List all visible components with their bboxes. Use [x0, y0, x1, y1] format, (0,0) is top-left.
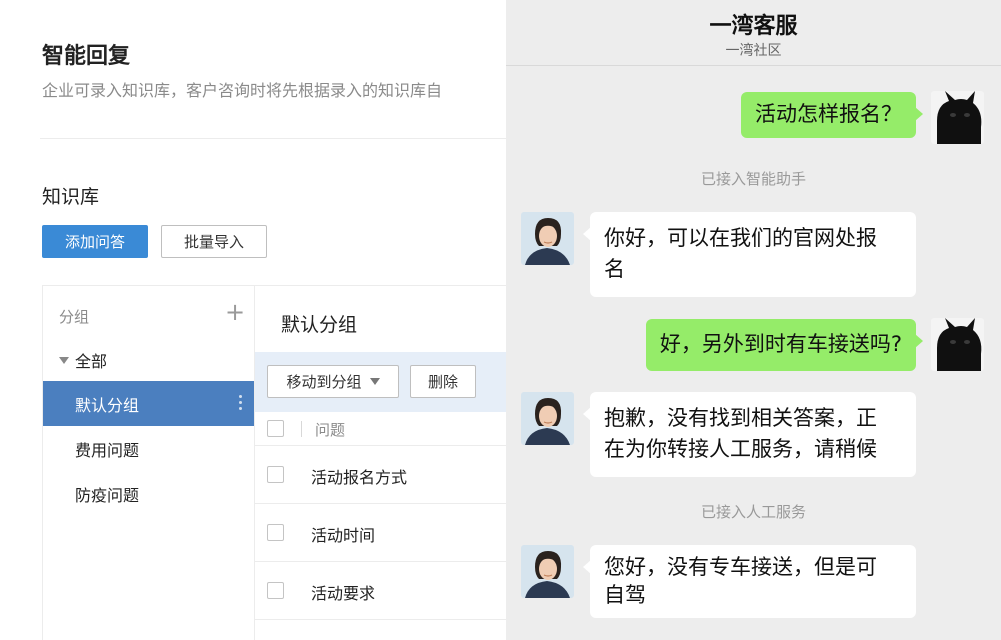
row-checkbox[interactable] [267, 466, 284, 483]
caret-down-icon [369, 378, 380, 385]
user-message-bubble: 活动怎样报名？ [741, 92, 923, 138]
message-text-line: 在为你转接人工服务，请稍候 [604, 437, 877, 461]
divider [40, 138, 506, 139]
select-all-checkbox[interactable] [267, 420, 284, 437]
table-header: 问题 [255, 412, 506, 446]
system-message: 已接入智能助手 [700, 170, 806, 188]
question-group-title: 默认分组 [281, 314, 358, 336]
agent-portrait-avatar-icon[interactable] [521, 545, 574, 598]
message-text-line: 自驾 [604, 583, 646, 607]
group-header: 分组 [59, 308, 90, 326]
message-text-line: 名 [604, 257, 625, 281]
row-checkbox[interactable] [267, 582, 284, 599]
row-checkbox[interactable] [267, 524, 284, 541]
message-text: 活动怎样报名？ [755, 102, 902, 126]
group-item-label: 防疫问题 [75, 485, 140, 505]
table-row[interactable]: 活动报名方式 [255, 446, 506, 504]
question-cell: 活动时间 [311, 526, 376, 545]
message-text-line: 你好，可以在我们的官网处报 [604, 226, 877, 250]
agent-message-bubble: 抱歉，没有找到相关答案，正 在为你转接人工服务，请稍候 [583, 392, 916, 477]
add-qa-button[interactable]: 添加问答 [42, 225, 148, 258]
message-text-line: 您好，没有专车接送，但是可 [604, 555, 877, 579]
agent-portrait-avatar-icon[interactable] [521, 392, 574, 445]
group-list: 分组 + 全部 默认分组 费用问题 防疫问题 [42, 285, 254, 640]
group-all-label: 全部 [75, 352, 108, 371]
chat-header: 一湾客服 一湾社区 [506, 0, 1001, 66]
chat-panel: 一湾客服 一湾社区 活动怎样报名？ 已接入智能助手 你好，可以在我们的官网处报 … [506, 0, 1001, 640]
more-options-icon[interactable] [239, 395, 242, 410]
column-separator [301, 421, 302, 437]
group-item-fees[interactable]: 费用问题 [43, 426, 254, 471]
question-toolbar: 移动到分组 删除 [255, 352, 506, 412]
agent-portrait-avatar-icon[interactable] [521, 212, 574, 265]
table-row[interactable]: 活动要求 [255, 562, 506, 620]
group-item-label: 费用问题 [75, 440, 140, 460]
black-cat-avatar-icon[interactable] [931, 318, 984, 371]
question-cell: 活动报名方式 [311, 468, 408, 487]
group-item-default[interactable]: 默认分组 [43, 381, 254, 426]
delete-button[interactable]: 删除 [410, 365, 476, 398]
move-to-group-button[interactable]: 移动到分组 [267, 365, 399, 398]
page-title: 智能回复 [42, 44, 131, 69]
chat-subtitle: 一湾社区 [725, 43, 782, 59]
page-description: 企业可录入知识库，客户咨询时将先根据录入的知识库自 [42, 81, 443, 100]
question-panel: 默认分组 移动到分组 删除 问题 活动报名方式 活动时间 活动要求 [254, 285, 506, 640]
caret-down-icon [59, 356, 69, 364]
admin-panel: 智能回复 企业可录入知识库，客户咨询时将先根据录入的知识库自 知识库 添加问答 … [0, 0, 506, 640]
question-cell: 活动要求 [311, 584, 376, 603]
group-item-epidemic[interactable]: 防疫问题 [43, 471, 254, 516]
group-all[interactable]: 全部 [59, 348, 107, 372]
message-text: 好，另外到时有车接送吗? [659, 332, 902, 356]
move-to-group-label: 移动到分组 [286, 373, 362, 391]
add-group-icon[interactable]: + [225, 300, 245, 324]
agent-message-bubble: 你好，可以在我们的官网处报 名 [583, 212, 916, 297]
group-item-label: 默认分组 [75, 395, 140, 415]
system-message: 已接入人工服务 [700, 503, 806, 521]
black-cat-avatar-icon[interactable] [931, 91, 984, 144]
user-message-bubble: 好，另外到时有车接送吗? [645, 319, 923, 371]
agent-message-bubble: 您好，没有专车接送，但是可 自驾 [583, 545, 916, 618]
bulk-import-button[interactable]: 批量导入 [161, 225, 267, 258]
knowledge-base-title: 知识库 [42, 186, 100, 208]
message-text-line: 抱歉，没有找到相关答案，正 [604, 406, 877, 430]
chat-title: 一湾客服 [709, 14, 798, 39]
column-header-question: 问题 [315, 421, 346, 439]
table-row[interactable]: 活动时间 [255, 504, 506, 562]
